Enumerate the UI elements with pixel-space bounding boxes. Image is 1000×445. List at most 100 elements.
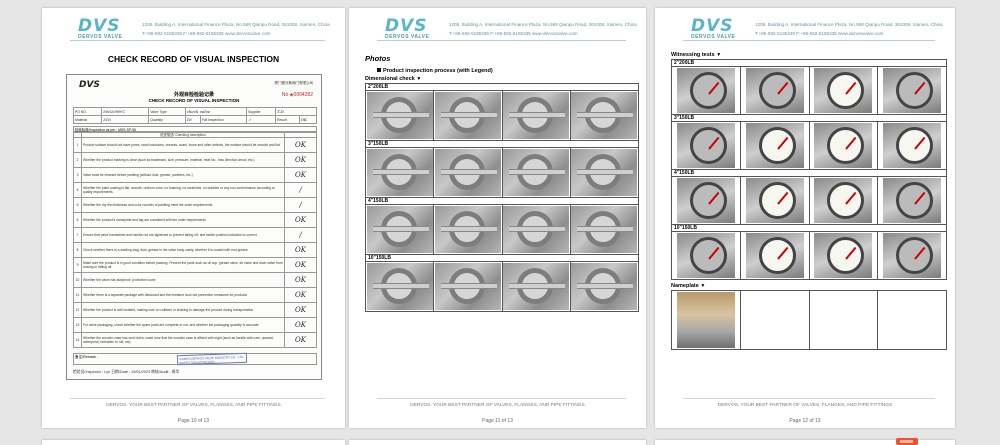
check-number: 3 <box>73 167 82 184</box>
check-number: 4 <box>73 182 82 199</box>
check-mark: OK <box>284 152 317 169</box>
group-label-row: 10"150LB <box>671 224 947 232</box>
check-number: 10 <box>73 272 82 289</box>
inspection-photo <box>571 263 638 310</box>
photo-row <box>364 90 640 141</box>
check-row: 1 Product surface should not have pores, … <box>73 137 317 154</box>
valve-test-photo <box>745 68 804 113</box>
pressure-gauge-photo <box>883 123 942 168</box>
page-13-top <box>42 440 345 445</box>
group-label-row: 4"150LB <box>671 169 947 177</box>
group-label-row: 2"200LB <box>671 59 947 67</box>
dropdown-icon[interactable]: ▼ <box>416 76 421 82</box>
check-mark: OK <box>284 287 317 304</box>
group-label-row: 2"200LB <box>365 83 639 91</box>
check-description: Whether the paint coating is flat, smoot… <box>81 182 285 199</box>
company-address: 1205, Building A, International Finance … <box>755 22 943 36</box>
section-title: Photos <box>365 54 391 63</box>
check-mark: / <box>284 182 317 199</box>
size-label: 3"150LB <box>365 140 639 148</box>
check-mark: OK <box>284 332 317 349</box>
check-description: Whether the product is well isolated, ma… <box>81 302 285 319</box>
check-mark: OK <box>284 137 317 154</box>
page-header: DVS DERVOS VALVE 1205, Building A, Inter… <box>655 16 955 46</box>
check-mark: OK <box>284 257 317 274</box>
check-description: Valve must be cleaned before painting (w… <box>81 167 285 184</box>
footer-divider <box>683 398 935 399</box>
check-row: 4 Whether the paint coating is flat, smoo… <box>73 182 317 199</box>
pressure-gauge-photo <box>745 233 804 278</box>
check-description: Whether there is a separate package with… <box>81 287 285 304</box>
document-viewer[interactable]: DVS DERVOS VALVE 1205, Building A, Inter… <box>0 0 1000 445</box>
size-label: 3"150LB <box>671 114 947 122</box>
pressure-gauge-photo <box>814 68 873 113</box>
check-description: Product surface should not have pores, s… <box>81 137 285 154</box>
inspection-photo <box>434 263 501 310</box>
check-mark: / <box>284 197 317 214</box>
checks-table: 检查描述/ Checking description 1 Product surf… <box>73 131 317 349</box>
company-logo: DVS DERVOS VALVE <box>691 16 736 41</box>
check-number: 13 <box>73 317 82 334</box>
section-subtitle: Product inspection process (with Legend) <box>377 68 493 74</box>
page-number: Page 12 of 13 <box>789 418 821 424</box>
header-divider <box>70 40 325 41</box>
dimensional-check-label: Dimensional check ▼ <box>365 76 422 82</box>
nameplate-table <box>671 290 947 350</box>
check-number: 2 <box>73 152 82 169</box>
photo-row <box>364 204 640 255</box>
form-header-row: Material 316 Quantity 16 Full Inspection… <box>72 115 318 124</box>
check-row: 3 Valve must be cleaned before painting (… <box>73 167 317 184</box>
check-row: 13 For valve packaging, check whether the… <box>73 317 317 334</box>
size-label: 2"200LB <box>365 83 639 91</box>
check-number: 11 <box>73 287 82 304</box>
valve-test-photo <box>676 123 735 168</box>
page-number: Page 11 of 13 <box>482 418 513 424</box>
pressure-gauge-photo <box>814 233 873 278</box>
dropdown-icon[interactable]: ▼ <box>700 283 705 289</box>
form-company: 厦门德沃斯阀门有限公司 <box>274 81 314 85</box>
pressure-gauge-photo <box>745 123 804 168</box>
form-title-en: CHECK RECORD OF VISUAL INSPECTION <box>148 98 240 103</box>
size-label: 4"150LB <box>671 169 947 177</box>
inspection-photo <box>503 149 570 196</box>
group-label-row: 4"150LB <box>365 197 639 205</box>
check-mark: OK <box>284 317 317 334</box>
page-footer: DERVOS, YOUR BEST PARTNER OF VALVES, FLA… <box>349 403 646 424</box>
page-14-top <box>349 440 646 445</box>
form-number: No ◈0004282 <box>281 92 313 98</box>
valve-test-photo <box>676 68 735 113</box>
scroll-to-top-icon[interactable] <box>896 438 918 445</box>
page-number: Page 10 of 13 <box>177 418 210 424</box>
check-row: 12 Whether the product is well isolated, … <box>73 302 317 319</box>
witness-photo-table: 2"200LB 3"150LB 4"150LB 10"150LB <box>671 59 947 280</box>
size-label: 2"200LB <box>671 59 947 67</box>
header-divider <box>377 40 626 41</box>
witnessing-tests-label: Witnessing tests ▼ <box>671 52 722 58</box>
check-row: 14 Whether the wooden case has vent holes… <box>73 332 317 349</box>
header-divider <box>683 40 935 41</box>
check-number: 6 <box>73 212 82 229</box>
check-row: 11 Whether there is a separate package wi… <box>73 287 317 304</box>
form-signature-line: 检验员/Inspector : Lyn 日期/Date : 19/01/2023… <box>73 370 180 374</box>
check-number: 5 <box>73 197 82 214</box>
photo-row <box>364 261 640 312</box>
pressure-gauge-photo <box>745 178 804 223</box>
photo-row <box>671 66 947 115</box>
form-header-table: PO NO. 5062098-C Valve Type check valve … <box>72 107 318 124</box>
check-mark: OK <box>284 272 317 289</box>
check-mark: OK <box>284 302 317 319</box>
dropdown-icon[interactable]: ▼ <box>716 52 721 58</box>
check-description: Whether the product marking is clear (su… <box>81 152 285 169</box>
page-title: CHECK RECORD OF VISUAL INSPECTION <box>107 54 280 64</box>
valve-test-photo <box>883 233 942 278</box>
check-description: Check whether there is a welding slag, d… <box>81 242 285 259</box>
check-number: 1 <box>73 137 82 154</box>
size-label: 10"150LB <box>671 224 947 232</box>
company-address: 1205, Building A, International Finance … <box>142 22 330 36</box>
check-description: Whether the dry film thickness and color… <box>81 197 285 214</box>
pressure-gauge-photo <box>814 123 873 168</box>
page-10: DVS DERVOS VALVE 1205, Building A, Inter… <box>42 8 345 428</box>
size-label: 4"150LB <box>365 197 639 205</box>
check-number: 9 <box>73 257 82 274</box>
inspection-photo <box>503 206 570 253</box>
